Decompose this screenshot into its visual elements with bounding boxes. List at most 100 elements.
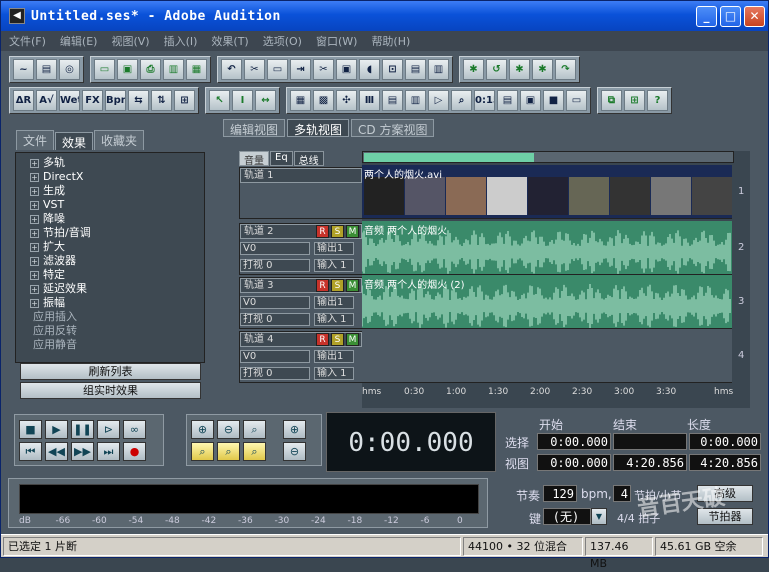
tab-view-0[interactable]: 编辑视图 xyxy=(223,119,286,137)
toolbar-tool-icon[interactable]: ↺ xyxy=(486,58,507,80)
toolbar-tool-icon[interactable]: ▭ xyxy=(94,58,115,80)
menu-item[interactable]: 视图(V) xyxy=(111,33,149,49)
pan-field[interactable]: 打视 0 xyxy=(240,367,310,380)
menu-item[interactable]: 文件(F) xyxy=(9,33,46,49)
menu-item[interactable]: 窗口(W) xyxy=(316,33,357,49)
group-realtime-button[interactable]: 组实时效果 xyxy=(20,382,201,399)
record-arm-button[interactable]: R xyxy=(316,225,329,238)
volume-field[interactable]: V0 xyxy=(240,296,310,309)
toolbar-tool-icon[interactable]: ⊞ xyxy=(174,89,195,111)
tab-favorites[interactable]: 收藏夹 xyxy=(94,130,145,150)
tree-item[interactable]: + 扩大 xyxy=(30,240,204,254)
track-lane-3[interactable]: 音频 两个人的烟火 (2) 3 xyxy=(362,275,744,329)
toolbar-tool-icon[interactable]: ▦ xyxy=(290,89,311,111)
track-name[interactable]: 轨道 1 xyxy=(240,168,362,183)
solo-button[interactable]: S xyxy=(331,279,344,292)
toolbar-tool-icon[interactable]: ◖ xyxy=(359,58,380,80)
tab-view-1[interactable]: 多轨视图 xyxy=(287,119,350,137)
expand-icon[interactable]: + xyxy=(30,270,39,280)
output-button[interactable]: 输出1 xyxy=(314,350,354,363)
toolbar-tool-icon[interactable]: ~ xyxy=(13,58,34,80)
toolbar-tool-icon[interactable]: Bpm xyxy=(105,89,126,111)
toolbar-tool-icon[interactable]: ΔR xyxy=(13,89,34,111)
expand-icon[interactable]: + xyxy=(30,186,39,196)
loop-button[interactable]: ∞ xyxy=(123,420,146,439)
tab-view-2[interactable]: CD 方案视图 xyxy=(351,119,435,137)
volume-field[interactable]: V0 xyxy=(240,350,310,363)
menu-item[interactable]: 选项(O) xyxy=(263,33,302,49)
toolbar-tool-icon[interactable]: ▤ xyxy=(497,89,518,111)
toolbar-tool-icon[interactable]: ⊡ xyxy=(382,58,403,80)
toolbar-tool-icon[interactable]: Ⅲ xyxy=(359,89,380,111)
view-length-field[interactable]: 4:20.856 xyxy=(689,454,761,471)
output-button[interactable]: 输出1 xyxy=(314,242,354,255)
selection-length-field[interactable]: 0:00.000 xyxy=(689,433,761,450)
tree-item[interactable]: + 多轨 xyxy=(30,156,204,170)
zoom-right-icon[interactable]: ⌕ xyxy=(217,442,240,461)
toolbar-tool-icon[interactable]: ▭ xyxy=(267,58,288,80)
toolbar-tool-icon[interactable]: ↶ xyxy=(221,58,242,80)
view-start-field[interactable]: 0:00.000 xyxy=(537,454,611,471)
rewind-button[interactable]: ◀◀ xyxy=(45,442,68,461)
toolbar-tool-icon[interactable]: ✱ xyxy=(532,58,553,80)
record-arm-button[interactable]: R xyxy=(316,333,329,346)
pause-button[interactable]: ❚❚ xyxy=(71,420,94,439)
expand-icon[interactable]: + xyxy=(30,172,39,182)
expand-icon[interactable]: + xyxy=(30,214,39,224)
toolbar-tool-icon[interactable]: ▥ xyxy=(163,58,184,80)
toolbar-tool-icon[interactable]: ■ xyxy=(543,89,564,111)
track-lane-2[interactable]: 音频 两个人的烟火 2 xyxy=(362,221,744,275)
toolbar-tool-icon[interactable]: ▣ xyxy=(117,58,138,80)
tree-item[interactable]: + 节拍/音调 xyxy=(30,226,204,240)
toolbar-tool-icon[interactable]: ⊞ xyxy=(624,89,645,111)
tree-item[interactable]: + 生成 xyxy=(30,184,204,198)
input-button[interactable]: 输入 1 xyxy=(314,313,354,326)
toolbar-tool-icon[interactable]: 0:15 xyxy=(474,89,495,111)
pan-field[interactable]: 打视 0 xyxy=(240,259,310,272)
minimize-button[interactable]: _ xyxy=(696,5,717,27)
toolbar-tool-icon[interactable]: FX xyxy=(82,89,103,111)
tree-item[interactable]: + VST xyxy=(30,198,204,212)
expand-icon[interactable]: + xyxy=(30,284,39,294)
tree-item[interactable]: + 振幅 xyxy=(30,296,204,310)
toolbar-tool-icon[interactable]: Wet xyxy=(59,89,80,111)
track-lane-1[interactable]: 两个人的烟火.avi 1 xyxy=(362,165,744,219)
record-button[interactable]: ● xyxy=(123,442,146,461)
view-end-field[interactable]: 4:20.856 xyxy=(613,454,687,471)
zoom-out-vertical-icon[interactable]: ⊖ xyxy=(283,442,306,461)
solo-button[interactable]: S xyxy=(331,333,344,346)
tree-item[interactable]: + 滤波器 xyxy=(30,254,204,268)
menu-item[interactable]: 帮助(H) xyxy=(371,33,410,49)
expand-icon[interactable]: + xyxy=(30,242,39,252)
track-name[interactable]: 轨道 3 RSM xyxy=(240,278,362,293)
toolbar-tool-icon[interactable]: ⇅ xyxy=(151,89,172,111)
go-start-button[interactable]: ⏮ xyxy=(19,442,42,461)
input-button[interactable]: 输入 1 xyxy=(314,259,354,272)
zoom-in-vertical-icon[interactable]: ⊕ xyxy=(283,420,306,439)
tree-subitem[interactable]: 应用反转 xyxy=(30,324,204,338)
stop-button[interactable]: ■ xyxy=(19,420,42,439)
zoom-left-icon[interactable]: ⌕ xyxy=(191,442,214,461)
time-ruler[interactable]: hms 0:30 1:00 1:30 2:00 2:30 3:00 3:30 hms xyxy=(362,385,733,403)
toolbar-tool-icon[interactable]: ↖ xyxy=(209,89,230,111)
track-header-tab[interactable]: Eq xyxy=(270,151,293,166)
track-header-tab[interactable]: 音量 xyxy=(239,151,269,167)
solo-button[interactable]: S xyxy=(331,225,344,238)
play-to-end-button[interactable]: ⊳ xyxy=(97,420,120,439)
tree-item[interactable]: + 特定 xyxy=(30,268,204,282)
toolbar-tool-icon[interactable]: ⇥ xyxy=(290,58,311,80)
toolbar-tool-icon[interactable]: I xyxy=(232,89,253,111)
expand-icon[interactable]: + xyxy=(30,228,39,238)
tree-item[interactable]: + 延迟效果 xyxy=(30,282,204,296)
key-select[interactable]: (无) xyxy=(543,508,591,525)
track-header-tab[interactable]: 总线 xyxy=(293,151,324,167)
toolbar-tool-icon[interactable]: ▥ xyxy=(405,89,426,111)
refresh-list-button[interactable]: 刷新列表 xyxy=(20,363,201,380)
beats-field[interactable]: 4 xyxy=(613,485,631,502)
overview-range[interactable] xyxy=(364,153,534,162)
input-button[interactable]: 输入 1 xyxy=(314,367,354,380)
toolbar-tool-icon[interactable]: ? xyxy=(647,89,668,111)
zoom-in-icon[interactable]: ⊕ xyxy=(191,420,214,439)
toolbar-tool-icon[interactable]: ▭ xyxy=(566,89,587,111)
toolbar-tool-icon[interactable]: ↔ xyxy=(255,89,276,111)
